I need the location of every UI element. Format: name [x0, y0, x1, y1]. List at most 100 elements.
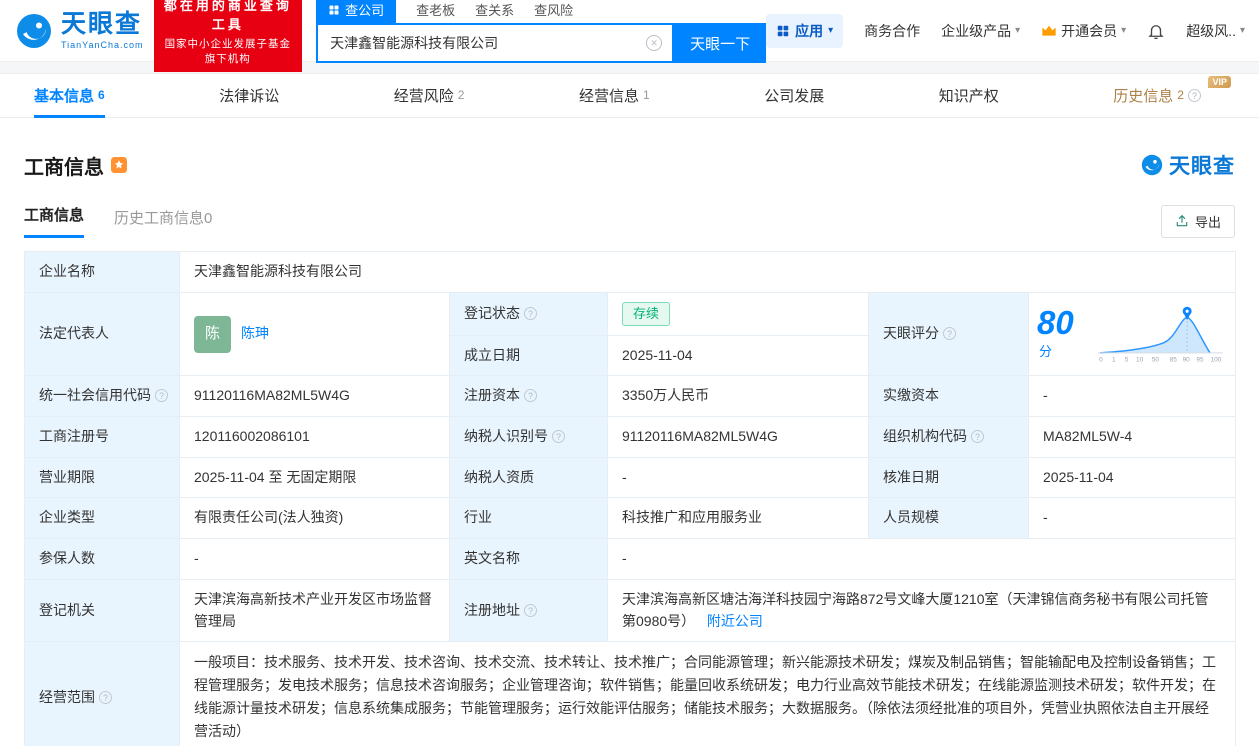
help-icon[interactable]: ?	[524, 306, 537, 320]
help-icon[interactable]: ?	[943, 327, 956, 341]
field-label: 登记状态?	[449, 291, 608, 336]
search-area: 查公司 查老板 查关系 查风险 ✕ 天眼一下	[316, 0, 767, 63]
field-label: 行业	[449, 497, 608, 540]
tab-label: 基本信息	[34, 88, 95, 105]
table-row: 经营范围? 一般项目：技术服务、技术开发、技术咨询、技术交流、技术转让、技术推广…	[24, 641, 1237, 746]
tab-label: 经营风险	[393, 88, 454, 105]
tab-operational-risk[interactable]: 经营风险 2	[394, 74, 465, 117]
tab-history-info[interactable]: 历史信息 2 ? VIP	[1113, 74, 1231, 117]
svg-text:100: 100	[1211, 357, 1222, 364]
business-registration-table: 企业名称 天津鑫智能源科技有限公司 法定代表人 陈 陈珅 登记状态? 存续 天眼…	[24, 251, 1237, 746]
nav-business-cooperation[interactable]: 商务合作	[864, 21, 920, 41]
table-row: 法定代表人 陈 陈珅 登记状态? 存续 天眼评分? 80分 0 1 5 10 5…	[24, 291, 1237, 377]
nav-membership[interactable]: 开通会员 ▾	[1041, 21, 1126, 41]
field-label: 法定代表人	[24, 291, 180, 377]
field-paid-capital: -	[1027, 375, 1237, 418]
status-badge: 存续	[622, 301, 671, 326]
field-company-name: 天津鑫智能源科技有限公司	[178, 251, 1237, 293]
help-icon[interactable]: ?	[1187, 89, 1201, 102]
svg-text:10: 10	[1136, 357, 1144, 364]
field-approval-date: 2025-11-04	[1027, 456, 1237, 499]
vip-badge: VIP	[1208, 76, 1231, 88]
export-icon	[1176, 214, 1188, 227]
search-tab-boss[interactable]: 查老板	[416, 0, 455, 23]
tab-intellectual-property[interactable]: 知识产权	[939, 74, 999, 117]
field-label: 统一社会信用代码?	[24, 375, 180, 418]
search-bar: ✕ 天眼一下	[316, 23, 767, 63]
field-label: 工商注册号	[24, 416, 180, 458]
field-registration-status: 存续	[607, 291, 869, 336]
apps-grid-icon	[777, 25, 789, 36]
notification-bell-icon[interactable]	[1147, 22, 1165, 40]
nav-enterprise-label: 企业级产品	[941, 22, 1012, 39]
export-button[interactable]: 导出	[1160, 204, 1235, 238]
tianyancha-logo[interactable]: 天眼查 TianYanCha.com	[14, 11, 144, 51]
tab-label: 经营信息	[578, 88, 639, 105]
clear-icon[interactable]: ✕	[646, 35, 663, 51]
search-tabs: 查公司 查老板 查关系 查风险	[316, 0, 766, 23]
field-registration-number: 120116002086101	[179, 416, 450, 458]
chevron-down-icon: ▾	[1015, 25, 1021, 36]
svg-text:85: 85	[1170, 357, 1178, 364]
section-title: 工商信息	[24, 156, 104, 179]
tab-legal-proceedings[interactable]: 法律诉讼	[219, 74, 279, 117]
watermark-logo: 天眼查	[1140, 150, 1235, 180]
brand-name: 天眼查	[61, 9, 143, 38]
tab-count: 1	[642, 87, 650, 102]
section-header: 工商信息 天眼查	[24, 150, 1235, 180]
field-legal-representative: 陈 陈珅	[179, 291, 450, 377]
field-label: 成立日期	[449, 334, 608, 377]
chevron-down-icon: ▾	[828, 25, 834, 36]
export-label: 导出	[1194, 214, 1221, 230]
main-content: 工商信息 天眼查 工商信息 历史工商信息0 导出 企业名称 天津鑫智能源科技有限…	[0, 150, 1259, 746]
help-icon[interactable]: ?	[524, 603, 537, 617]
field-label: 经营范围?	[24, 641, 180, 746]
nearby-companies-link[interactable]: 附近公司	[707, 613, 763, 629]
field-industry: 科技推广和应用服务业	[607, 497, 869, 540]
tab-company-development[interactable]: 公司发展	[764, 74, 824, 117]
search-input[interactable]	[318, 25, 673, 61]
chevron-down-icon: ▾	[1239, 25, 1245, 36]
apps-menu-label: 应用	[795, 22, 824, 39]
table-row: 登记机关 天津滨海高新技术产业开发区市场监督管理局 注册地址? 天津滨海高新区塘…	[24, 578, 1237, 643]
subtab-business-info[interactable]: 工商信息	[24, 204, 85, 238]
tab-label: 公司发展	[764, 88, 825, 105]
legal-rep-avatar[interactable]: 陈	[194, 315, 231, 353]
search-tab-relation[interactable]: 查关系	[475, 0, 514, 23]
help-icon[interactable]: ?	[971, 430, 984, 444]
subtab-history-business-info[interactable]: 历史工商信息0	[114, 207, 212, 238]
top-header: 天眼查 TianYanCha.com 都在用的商业查询工具 国家中小企业发展子基…	[0, 0, 1259, 72]
field-staff-size: -	[1027, 497, 1237, 540]
user-menu[interactable]: 超级风.. ▾	[1186, 21, 1245, 41]
field-registration-authority: 天津滨海高新技术产业开发区市场监督管理局	[179, 578, 450, 643]
field-establish-date: 2025-11-04	[607, 334, 869, 377]
field-taxpayer-id: 91120116MA82ML5W4G	[607, 416, 869, 458]
svg-text:50: 50	[1152, 357, 1160, 364]
tab-basic-info[interactable]: 基本信息 6	[34, 74, 105, 118]
tianyancha-logo-icon	[17, 13, 51, 48]
subtab-row: 工商信息 历史工商信息0 导出	[24, 204, 1235, 238]
nav-enterprise-products[interactable]: 企业级产品 ▾	[941, 21, 1020, 41]
search-tab-company[interactable]: 查公司	[316, 0, 397, 23]
table-row: 营业期限 2025-11-04 至 无固定期限 纳税人资质 - 核准日期 202…	[24, 456, 1237, 499]
help-icon[interactable]: ?	[99, 690, 112, 704]
field-label: 天眼评分?	[868, 291, 1029, 377]
help-icon[interactable]: ?	[552, 430, 565, 444]
tab-business-info[interactable]: 经营信息 1	[579, 74, 650, 117]
search-input-wrap: ✕	[316, 23, 675, 63]
field-business-term: 2025-11-04 至 无固定期限	[179, 456, 450, 499]
tab-label: 知识产权	[938, 88, 999, 105]
field-label: 人员规模	[868, 497, 1029, 540]
table-row: 企业名称 天津鑫智能源科技有限公司	[24, 251, 1237, 293]
legal-rep-link[interactable]: 陈珅	[241, 323, 269, 345]
field-company-type: 有限责任公司(法人独资)	[179, 497, 450, 540]
field-taxpayer-quality: -	[607, 456, 869, 499]
apps-menu[interactable]: 应用 ▾	[766, 13, 844, 48]
field-insured-count: -	[179, 538, 450, 580]
help-icon[interactable]: ?	[155, 389, 168, 403]
search-tab-risk[interactable]: 查风险	[534, 0, 573, 23]
search-button[interactable]: 天眼一下	[674, 23, 767, 63]
field-label: 企业名称	[24, 251, 180, 293]
help-icon[interactable]: ?	[524, 389, 537, 403]
promo-line-1: 都在用的商业查询工具	[163, 0, 292, 32]
